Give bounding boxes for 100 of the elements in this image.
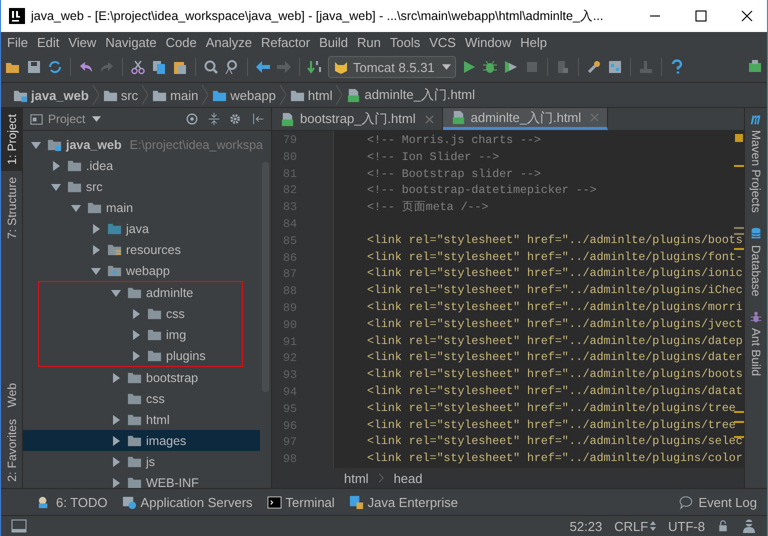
code-line: <link rel="stylesheet" href="../adminlte/plugins/datep: [367, 334, 743, 348]
menu-item[interactable]: Analyze: [202, 34, 257, 50]
tool-window-tab[interactable]: Maven Projects: [749, 112, 763, 213]
chevron-icon: [142, 85, 148, 105]
tool-window-tab[interactable]: Java Enterprise: [348, 494, 458, 510]
tool-window-tab[interactable]: Terminal: [266, 494, 335, 510]
tool-window-tab[interactable]: 2: Favorites: [1, 413, 22, 488]
tree-item[interactable]: images: [23, 430, 260, 451]
tool-window-tab[interactable]: 6: TODO: [37, 494, 108, 510]
menu-item[interactable]: Navigate: [101, 34, 162, 50]
settings-icon[interactable]: [229, 112, 243, 126]
tree-item[interactable]: java: [23, 218, 260, 239]
chevron-icon: [280, 85, 286, 105]
chevron-icon: [378, 473, 384, 483]
expand-arrow-icon[interactable]: [111, 372, 121, 382]
tool-window-tab[interactable]: 7: Structure: [1, 170, 22, 245]
expand-arrow-icon[interactable]: [111, 288, 121, 298]
tree-item[interactable]: WEB-INF: [23, 472, 260, 488]
paste-icon[interactable]: [172, 59, 188, 75]
tree-item[interactable]: resources: [23, 239, 260, 260]
expand-arrow-icon[interactable]: [91, 244, 101, 254]
menu-item[interactable]: Tools: [386, 34, 426, 50]
menu-item[interactable]: Edit: [32, 34, 64, 50]
tool-window-tab[interactable]: 1: Project: [1, 108, 22, 171]
tree-item[interactable]: css: [39, 303, 242, 324]
folder-icon: [67, 158, 82, 173]
breadcrumb-item[interactable]: head: [394, 470, 422, 486]
back-icon[interactable]: [255, 59, 271, 75]
menu-item[interactable]: VCS: [425, 34, 461, 50]
cut-icon[interactable]: [130, 59, 146, 75]
breadcrumb-item[interactable]: html: [344, 470, 369, 486]
tree-item[interactable]: src: [23, 176, 260, 197]
find-icon[interactable]: [203, 59, 219, 75]
menu-item[interactable]: File: [3, 34, 33, 50]
breadcrumb-item[interactable]: webapp: [208, 88, 280, 102]
editor-tab[interactable]: adminlte_入门.html: [442, 108, 608, 130]
expand-arrow-icon[interactable]: [31, 140, 41, 150]
project-view-dropdown[interactable]: Project: [29, 112, 102, 126]
expand-arrow-icon[interactable]: [51, 182, 61, 192]
expand-arrow-icon[interactable]: [131, 350, 141, 360]
menu-item[interactable]: Help: [516, 34, 552, 50]
tree-item[interactable]: adminlte: [39, 282, 242, 303]
expand-arrow-icon[interactable]: [91, 266, 101, 276]
breadcrumb-item[interactable]: adminlte_入门.html: [342, 86, 480, 104]
tool-window-tab[interactable]: Web: [1, 376, 22, 414]
lock-icon[interactable]: [717, 520, 729, 532]
tree-item[interactable]: main: [23, 197, 260, 218]
tool-window-tab[interactable]: Event Log: [679, 494, 757, 510]
expand-arrow-icon[interactable]: [71, 202, 81, 212]
maximize-icon[interactable]: [695, 10, 707, 22]
menu-item[interactable]: Refactor: [256, 34, 316, 50]
menu-item[interactable]: Build: [315, 34, 354, 50]
code-line: <!-- Ion Slider -->: [367, 150, 500, 164]
expand-arrow-icon[interactable]: [51, 160, 61, 170]
menu-item[interactable]: Code: [162, 34, 202, 50]
expand-arrow-icon[interactable]: [131, 330, 141, 340]
debug-icon[interactable]: [482, 59, 498, 75]
hide-panel-icon[interactable]: [251, 112, 265, 126]
tool-window-tab[interactable]: Application Servers: [122, 494, 253, 510]
locate-icon[interactable]: [185, 112, 199, 126]
coverage-icon[interactable]: [502, 59, 519, 75]
close-icon[interactable]: [741, 10, 753, 22]
expand-arrow-icon[interactable]: [111, 456, 121, 466]
expand-arrow-icon[interactable]: [111, 436, 121, 446]
plugin-icon[interactable]: [747, 59, 763, 75]
code-line: <link rel="stylesheet" href="../adminlte/plugins/iChec: [367, 284, 743, 298]
breadcrumb-item[interactable]: src: [98, 88, 142, 102]
sync-icon[interactable]: [47, 59, 63, 75]
tool-window-tab[interactable]: Ant Build: [749, 310, 763, 376]
panel-toggle-icon[interactable]: [11, 518, 27, 534]
tree-item[interactable]: css: [23, 388, 260, 409]
expand-arrow-icon[interactable]: [91, 224, 101, 234]
tree-item[interactable]: bootstrap: [23, 367, 260, 388]
run-configuration-dropdown[interactable]: Tomcat 8.5.31: [328, 56, 456, 78]
breadcrumb-item[interactable]: html: [286, 88, 336, 102]
expand-arrow-icon[interactable]: [131, 308, 141, 318]
cursor-position[interactable]: 52:23: [570, 518, 602, 534]
encoding-selector[interactable]: UTF-8: [668, 518, 705, 534]
line-separator-dropdown[interactable]: CRLF: [614, 518, 656, 534]
wrench-icon[interactable]: [586, 59, 602, 75]
tree-item[interactable]: js: [23, 451, 260, 472]
expand-arrow-icon[interactable]: [111, 414, 121, 424]
copy-icon[interactable]: [151, 59, 167, 75]
menu-item[interactable]: Run: [353, 34, 386, 50]
tree-item[interactable]: .idea: [23, 155, 260, 176]
breadcrumb-item[interactable]: main: [148, 88, 202, 102]
editor-tab[interactable]: bootstrap_入门.html: [272, 108, 443, 130]
tree-item[interactable]: webapp: [23, 260, 260, 281]
menu-item[interactable]: Window: [460, 34, 516, 50]
build-icon[interactable]: [307, 59, 323, 75]
collapse-icon[interactable]: [207, 112, 221, 126]
save-icon[interactable]: [26, 59, 42, 75]
replace-icon[interactable]: [224, 59, 240, 75]
breadcrumb-item[interactable]: java_web: [9, 88, 93, 102]
tree-item[interactable]: plugins: [39, 345, 242, 366]
tree-item[interactable]: html: [23, 409, 260, 430]
expand-arrow-icon[interactable]: [111, 478, 121, 488]
tree-item[interactable]: img: [39, 324, 242, 345]
tool-window-tab[interactable]: Database: [749, 226, 763, 296]
menu-item[interactable]: View: [64, 34, 102, 50]
